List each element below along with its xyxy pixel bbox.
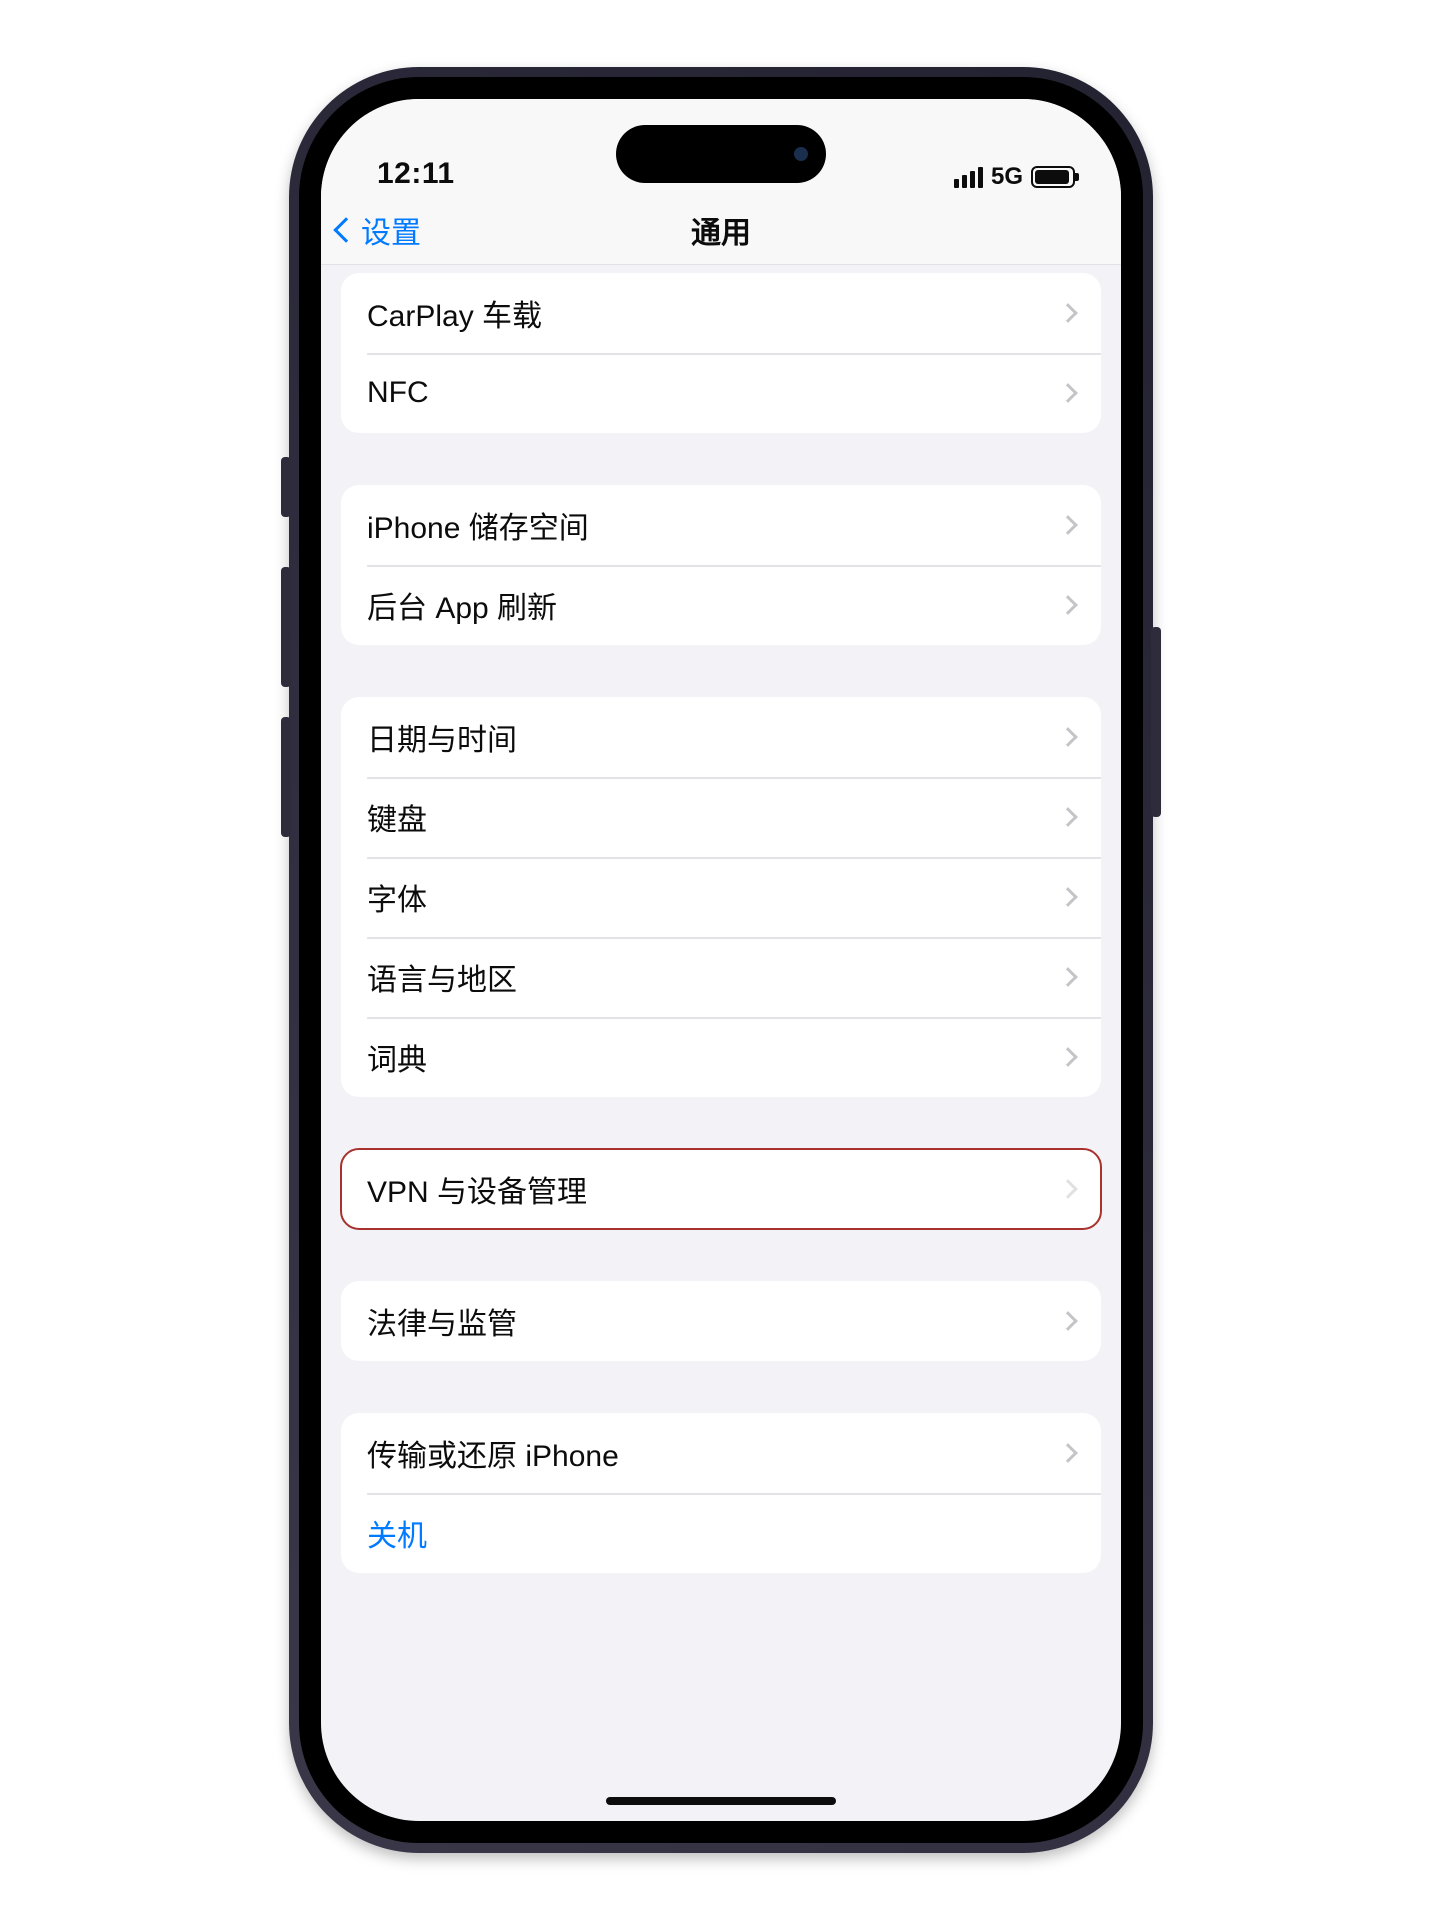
- battery-icon: [1031, 166, 1075, 188]
- chevron-right-icon: [1058, 1311, 1078, 1331]
- cell-label: VPN 与设备管理: [367, 1167, 587, 1211]
- cell-label: 日期与时间: [367, 715, 517, 759]
- cell-dictionary[interactable]: 词典: [341, 1017, 1101, 1097]
- cell-label: 词典: [367, 1035, 427, 1079]
- cell-label: 键盘: [367, 795, 427, 839]
- cell-label: 字体: [367, 875, 427, 919]
- cell-label: iPhone 储存空间: [367, 503, 589, 547]
- cell-shutdown[interactable]: 关机: [341, 1493, 1101, 1573]
- status-network: 5G: [991, 163, 1023, 191]
- cell-label: 后台 App 刷新: [367, 583, 557, 627]
- chevron-right-icon: [1058, 967, 1078, 987]
- chevron-right-icon: [1058, 1179, 1078, 1199]
- back-button[interactable]: 设置: [337, 208, 421, 252]
- back-label: 设置: [361, 208, 421, 252]
- chevron-right-icon: [1058, 303, 1078, 323]
- cell-label: CarPlay 车载: [367, 291, 542, 335]
- chevron-right-icon: [1058, 1047, 1078, 1067]
- dynamic-island: [616, 125, 826, 183]
- chevron-right-icon: [1058, 1443, 1078, 1463]
- cell-vpn-device-management[interactable]: VPN 与设备管理: [341, 1149, 1101, 1229]
- group-vpn: VPN 与设备管理: [341, 1149, 1101, 1229]
- cell-keyboard[interactable]: 键盘: [341, 777, 1101, 857]
- chevron-right-icon: [1058, 727, 1078, 747]
- cellular-signal-icon: [954, 167, 983, 188]
- silence-switch: [281, 457, 291, 517]
- chevron-right-icon: [1058, 595, 1078, 615]
- power-button: [1151, 627, 1161, 817]
- cell-legal[interactable]: 法律与监管: [341, 1281, 1101, 1361]
- cell-fonts[interactable]: 字体: [341, 857, 1101, 937]
- cell-storage[interactable]: iPhone 储存空间: [341, 485, 1101, 565]
- group-storage: iPhone 储存空间 后台 App 刷新: [341, 485, 1101, 645]
- content[interactable]: CarPlay 车载 NFC iPhone 储存空间 后台 App 刷新: [321, 265, 1121, 1821]
- group-datetime-etc: 日期与时间 键盘 字体 语言与地区: [341, 697, 1101, 1097]
- cell-label: 法律与监管: [367, 1299, 517, 1343]
- cell-label: 关机: [367, 1511, 427, 1555]
- volume-up-button: [281, 567, 291, 687]
- group-carplay-nfc: CarPlay 车载 NFC: [341, 273, 1101, 433]
- chevron-left-icon: [333, 217, 358, 242]
- cell-label: NFC: [367, 376, 429, 410]
- page-title: 通用: [691, 208, 751, 252]
- chevron-right-icon: [1058, 383, 1078, 403]
- cell-language-region[interactable]: 语言与地区: [341, 937, 1101, 1017]
- chevron-right-icon: [1058, 515, 1078, 535]
- status-time: 12:11: [377, 157, 455, 191]
- cell-background-refresh[interactable]: 后台 App 刷新: [341, 565, 1101, 645]
- cell-carplay[interactable]: CarPlay 车载: [341, 273, 1101, 353]
- chevron-right-icon: [1058, 887, 1078, 907]
- volume-down-button: [281, 717, 291, 837]
- chevron-right-icon: [1058, 807, 1078, 827]
- group-legal: 法律与监管: [341, 1281, 1101, 1361]
- screen: 12:11 5G 设置 通用 CarPlay 车载: [321, 99, 1121, 1821]
- phone-frame: 12:11 5G 设置 通用 CarPlay 车载: [289, 67, 1153, 1853]
- cell-transfer-reset[interactable]: 传输或还原 iPhone: [341, 1413, 1101, 1493]
- group-transfer-shutdown: 传输或还原 iPhone 关机: [341, 1413, 1101, 1573]
- cell-nfc[interactable]: NFC: [341, 353, 1101, 433]
- cell-label: 语言与地区: [367, 955, 517, 999]
- cell-label: 传输或还原 iPhone: [367, 1431, 619, 1475]
- cell-datetime[interactable]: 日期与时间: [341, 697, 1101, 777]
- nav-bar: 设置 通用: [321, 195, 1121, 265]
- home-indicator[interactable]: [606, 1797, 836, 1805]
